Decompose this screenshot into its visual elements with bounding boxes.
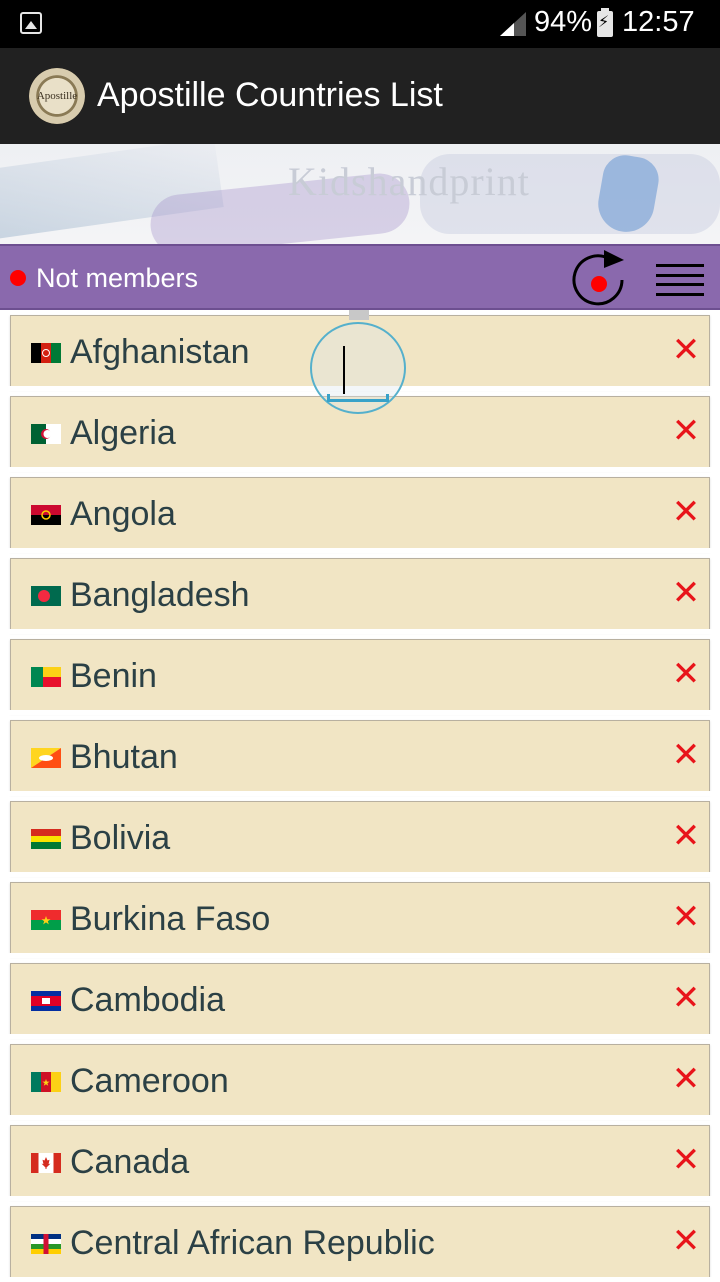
- country-name: Central African Republic: [70, 1224, 435, 1262]
- app-bar: Apostille Apostille Countries List: [0, 48, 720, 144]
- angola-flag-icon: [31, 505, 61, 525]
- remove-icon[interactable]: ✕: [671, 819, 701, 853]
- country-name: Bhutan: [70, 738, 178, 776]
- logo-text: Apostille: [36, 90, 78, 102]
- list-item[interactable]: Benin ✕: [10, 639, 710, 713]
- remove-icon[interactable]: ✕: [671, 576, 701, 610]
- signal-icon: [500, 12, 526, 36]
- ad-banner[interactable]: Kidshandprint: [0, 144, 720, 244]
- cameroon-flag-icon: [31, 1072, 61, 1092]
- text-cursor: [343, 346, 345, 394]
- list-item[interactable]: Central African Republic ✕: [10, 1206, 710, 1280]
- filter-bar: Not members: [0, 244, 720, 310]
- remove-icon[interactable]: ✕: [671, 981, 701, 1015]
- cambodia-flag-icon: [31, 991, 61, 1011]
- status-dot-icon: [10, 270, 26, 286]
- remove-icon[interactable]: ✕: [671, 1224, 701, 1258]
- list-item[interactable]: Bolivia ✕: [10, 801, 710, 875]
- remove-icon[interactable]: ✕: [671, 333, 701, 367]
- country-name: Benin: [70, 657, 157, 695]
- country-name: Afghanistan: [70, 333, 250, 371]
- page-title: Apostille Countries List: [97, 76, 443, 114]
- bangladesh-flag-icon: [31, 586, 61, 606]
- bhutan-flag-icon: [31, 748, 61, 768]
- canada-flag-icon: [31, 1153, 61, 1173]
- filter-label[interactable]: Not members: [36, 263, 198, 294]
- burkina-faso-flag-icon: [31, 910, 61, 930]
- remove-icon[interactable]: ✕: [671, 738, 701, 772]
- country-name: Angola: [70, 495, 176, 533]
- list-item[interactable]: Canada ✕: [10, 1125, 710, 1199]
- bolivia-flag-icon: [31, 829, 61, 849]
- country-name: Burkina Faso: [70, 900, 271, 938]
- text-cursor-handle[interactable]: [327, 394, 389, 402]
- country-name: Bolivia: [70, 819, 171, 857]
- central-african-republic-flag-icon: [31, 1234, 61, 1254]
- list-item[interactable]: Cameroon ✕: [10, 1044, 710, 1118]
- remove-icon[interactable]: ✕: [671, 1062, 701, 1096]
- country-name: Algeria: [70, 414, 176, 452]
- remove-icon[interactable]: ✕: [671, 414, 701, 448]
- image-notification-icon: [20, 12, 42, 34]
- country-name: Canada: [70, 1143, 190, 1181]
- list-item[interactable]: Angola ✕: [10, 477, 710, 551]
- apostille-logo: Apostille: [29, 68, 85, 124]
- list-item[interactable]: Cambodia ✕: [10, 963, 710, 1037]
- country-list: Afghanistan ✕ Algeria ✕ Angola ✕ Banglad…: [0, 310, 720, 1282]
- remove-icon[interactable]: ✕: [671, 1143, 701, 1177]
- list-item[interactable]: Bhutan ✕: [10, 720, 710, 794]
- algeria-flag-icon: [31, 424, 61, 444]
- menu-icon[interactable]: [656, 264, 704, 296]
- battery-charging-icon: [597, 8, 613, 37]
- country-name: Cameroon: [70, 1062, 229, 1100]
- afghanistan-flag-icon: [31, 343, 61, 363]
- country-name: Bangladesh: [70, 576, 250, 614]
- battery-percent: 94%: [534, 6, 593, 38]
- status-bar: 94% 12:57: [0, 0, 720, 48]
- clock: 12:57: [622, 6, 695, 38]
- banner-brand-text: Kidshandprint: [288, 159, 530, 204]
- country-name: Cambodia: [70, 981, 225, 1019]
- benin-flag-icon: [31, 667, 61, 687]
- scroll-handle[interactable]: [349, 310, 369, 320]
- remove-icon[interactable]: ✕: [671, 900, 701, 934]
- list-item[interactable]: Burkina Faso ✕: [10, 882, 710, 956]
- list-item[interactable]: Bangladesh ✕: [10, 558, 710, 632]
- remove-icon[interactable]: ✕: [671, 495, 701, 529]
- reload-icon[interactable]: [568, 250, 630, 308]
- remove-icon[interactable]: ✕: [671, 657, 701, 691]
